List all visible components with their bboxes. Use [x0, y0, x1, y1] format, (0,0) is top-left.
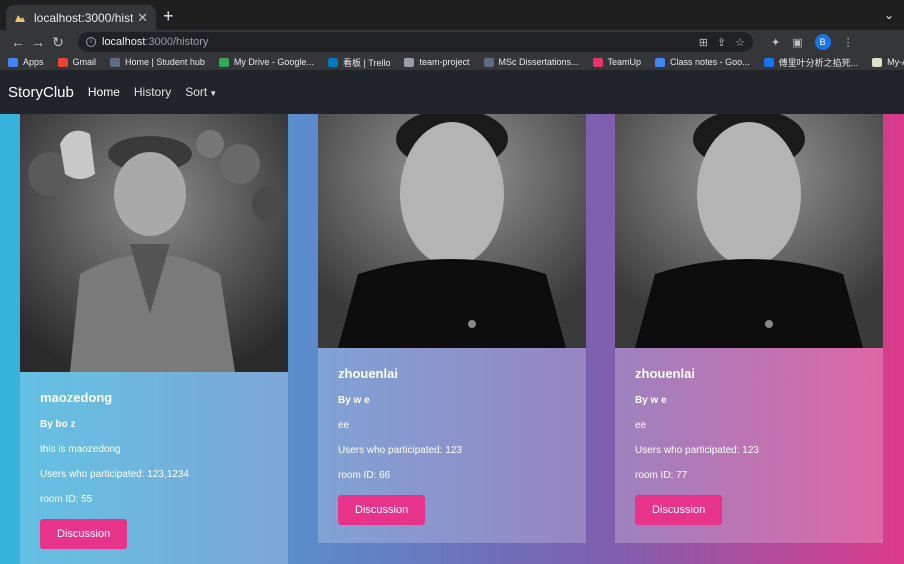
bookmark-label: 傅里叶分析之掐死...: [778, 57, 859, 68]
bookmark-item[interactable]: My Drive - Google...: [218, 57, 314, 67]
reload-icon[interactable]: ↻: [48, 34, 68, 51]
page-icon: [872, 57, 883, 67]
site-info-icon[interactable]: i: [86, 37, 96, 47]
bookmark-label: My-Account | Vie...: [887, 57, 904, 67]
close-icon[interactable]: ✕: [137, 10, 148, 26]
portrait-photo-icon: [318, 114, 586, 348]
shield-icon: [483, 57, 494, 67]
bookmark-label: My Drive - Google...: [233, 57, 314, 67]
bookmark-label: Home | Student hub: [125, 57, 205, 67]
translate-icon[interactable]: ⊞: [699, 36, 708, 49]
nav-home[interactable]: Home: [88, 85, 120, 99]
bookmark-item[interactable]: Class notes - Goo...: [655, 57, 750, 67]
story-description: this is maozedong: [40, 444, 121, 455]
story-card-body: zhouenlai By w e ee Users who participat…: [615, 348, 883, 543]
story-card-body: maozedong By bo z this is maozedong User…: [20, 372, 288, 564]
story-description: ee: [338, 420, 350, 431]
teamup-icon: [592, 57, 603, 67]
story-room-id: room ID: 77: [635, 470, 688, 481]
history-content: maozedong By bo z this is maozedong User…: [0, 114, 904, 564]
chevron-down-icon[interactable]: ⌄: [884, 8, 894, 22]
new-tab-icon[interactable]: +: [163, 6, 174, 27]
nav-sort-dropdown[interactable]: Sort ▼: [185, 85, 217, 99]
back-arrow-icon[interactable]: ←: [8, 34, 28, 50]
bookmark-label: MSc Dissertations...: [498, 57, 579, 67]
story-title: zhouenlai: [635, 366, 695, 381]
browser-toolbar: ← → ↻ i localhost:3000/history ⊞ ⇪ ☆ ✦ ▣…: [0, 30, 904, 54]
bookmark-item[interactable]: Apps: [8, 57, 44, 67]
caret-down-icon: ▼: [209, 89, 218, 98]
bookmark-label: TeamUp: [607, 57, 642, 67]
story-room-id: room ID: 55: [40, 494, 93, 505]
shield-icon: [110, 57, 121, 67]
sidepanel-icon[interactable]: ▣: [792, 36, 802, 49]
story-card: zhouenlai By w e ee Users who participat…: [318, 114, 586, 543]
bookmark-label: Class notes - Goo...: [670, 57, 750, 67]
kebab-menu-icon[interactable]: ⋮: [843, 36, 854, 49]
portrait-photo-icon: [20, 114, 288, 372]
bookmark-label: 看板 | Trello: [342, 57, 391, 68]
bookmark-label: Apps: [23, 57, 44, 67]
story-image: [615, 114, 883, 348]
story-author: By w e: [635, 395, 667, 406]
story-room-id: room ID: 66: [338, 470, 391, 481]
discussion-button[interactable]: Discussion: [635, 495, 723, 525]
address-bar[interactable]: i localhost:3000/history ⊞ ⇪ ☆: [78, 32, 753, 52]
story-title: maozedong: [40, 390, 113, 405]
tab-favicon-icon: [15, 14, 25, 22]
browser-tab[interactable]: localhost:3000/history ✕: [6, 5, 156, 30]
discussion-button[interactable]: Discussion: [40, 519, 128, 549]
story-card: zhouenlai By w e ee Users who participat…: [615, 114, 883, 543]
forward-arrow-icon[interactable]: →: [28, 34, 48, 50]
story-author: By bo z: [40, 419, 76, 430]
bookmark-item[interactable]: 看板 | Trello: [327, 56, 391, 69]
story-card: maozedong By bo z this is maozedong User…: [20, 114, 288, 564]
nav-history[interactable]: History: [134, 85, 171, 99]
docs-icon: [655, 57, 666, 67]
bookmark-label: team-project: [419, 57, 470, 67]
avatar[interactable]: B: [814, 34, 831, 50]
story-image: [318, 114, 586, 348]
brand-logo[interactable]: StoryClub: [8, 84, 74, 101]
story-participants: Users who participated: 123: [338, 445, 462, 456]
story-participants: Users who participated: 123,1234: [40, 469, 189, 480]
bookmark-item[interactable]: TeamUp: [592, 57, 642, 67]
bookmark-item[interactable]: 傅里叶分析之掐死...: [763, 56, 859, 69]
trello-icon: [327, 57, 338, 67]
bookmark-item[interactable]: team-project: [404, 57, 470, 67]
story-title: zhouenlai: [338, 366, 398, 381]
star-icon[interactable]: ☆: [735, 36, 745, 49]
extensions-icon[interactable]: ✦: [771, 36, 780, 49]
share-icon[interactable]: ⇪: [717, 36, 726, 49]
drive-icon: [218, 57, 229, 67]
bookmark-item[interactable]: Gmail: [57, 57, 97, 67]
zhihu-icon: [763, 57, 774, 67]
url-path: :3000/history: [145, 36, 209, 48]
tab-title: localhost:3000/history: [34, 10, 134, 25]
discussion-button[interactable]: Discussion: [338, 495, 426, 525]
browser-tabstrip: localhost:3000/history ✕ + ⌄: [0, 0, 904, 30]
url-host: localhost: [102, 36, 146, 48]
story-image: [20, 114, 288, 372]
bookmark-item[interactable]: MSc Dissertations...: [483, 57, 579, 67]
bookmarks-bar: Apps Gmail Home | Student hub My Drive - Go…: [0, 54, 904, 70]
portrait-photo-icon: [615, 114, 883, 348]
bookmark-item[interactable]: Home | Student hub: [110, 57, 205, 67]
story-description: ee: [635, 420, 647, 431]
apps-grid-icon: [8, 57, 18, 67]
bookmark-item[interactable]: My-Account | Vie...: [872, 57, 904, 67]
story-participants: Users who participated: 123: [635, 445, 759, 456]
story-author: By w e: [338, 395, 370, 406]
gmail-icon: [57, 57, 68, 67]
folder-icon: [404, 57, 415, 67]
app-navbar: StoryClub Home History Sort ▼: [0, 70, 904, 114]
story-card-body: zhouenlai By w e ee Users who participat…: [318, 348, 586, 543]
nav-sort-label: Sort: [185, 85, 208, 99]
bookmark-label: Gmail: [72, 57, 97, 67]
